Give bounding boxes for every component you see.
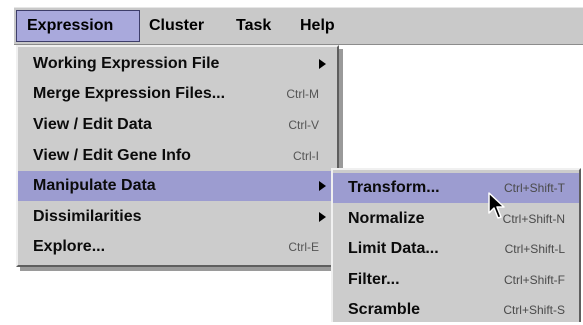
application-screen: Expression Cluster Task Help Working Exp… bbox=[0, 0, 583, 322]
menu-item-label: Normalize bbox=[348, 210, 425, 227]
menu-item-working-expression-file[interactable]: Working Expression File bbox=[18, 49, 337, 79]
menu-item-shortcut: Ctrl-E bbox=[288, 240, 319, 254]
menu-item-label: Dissimilarities bbox=[33, 208, 142, 225]
menu-item-dissimilarities[interactable]: Dissimilarities bbox=[18, 202, 337, 232]
menu-bar: Expression Cluster Task Help bbox=[14, 7, 583, 45]
menu-item-shortcut: Ctrl+Shift-F bbox=[503, 273, 565, 287]
menu-item-label: Working Expression File bbox=[33, 55, 220, 72]
menu-item-filter[interactable]: Filter... Ctrl+Shift-F bbox=[333, 265, 579, 295]
mouse-pointer-icon bbox=[488, 192, 505, 219]
menu-cluster[interactable]: Cluster bbox=[149, 10, 204, 42]
menu-item-label: Explore... bbox=[33, 238, 106, 255]
menu-item-view-edit-gene-info[interactable]: View / Edit Gene Info Ctrl-I bbox=[18, 141, 337, 171]
menu-task[interactable]: Task bbox=[236, 10, 271, 42]
menu-item-shortcut: Ctrl-I bbox=[293, 149, 319, 163]
menu-item-shortcut: Ctrl-M bbox=[286, 87, 319, 101]
menu-item-label: Limit Data... bbox=[348, 240, 439, 257]
menu-item-shortcut: Ctrl+Shift-N bbox=[502, 212, 565, 226]
menu-item-label: Merge Expression Files... bbox=[33, 85, 226, 102]
menu-item-label: Manipulate Data bbox=[33, 177, 156, 194]
submenu-arrow-icon bbox=[319, 59, 326, 69]
manipulate-data-submenu: Transform... Ctrl+Shift-T Normalize Ctrl… bbox=[331, 168, 581, 322]
menu-help[interactable]: Help bbox=[300, 10, 335, 42]
menu-item-view-edit-data[interactable]: View / Edit Data Ctrl-V bbox=[18, 110, 337, 140]
menu-item-normalize[interactable]: Normalize Ctrl+Shift-N bbox=[333, 204, 579, 234]
submenu-arrow-icon bbox=[319, 212, 326, 222]
menu-item-shortcut: Ctrl-V bbox=[288, 118, 319, 132]
submenu-arrow-icon bbox=[319, 181, 326, 191]
menu-item-label: View / Edit Gene Info bbox=[33, 147, 191, 164]
menu-item-manipulate-data[interactable]: Manipulate Data bbox=[18, 171, 337, 201]
menu-item-label: Scramble bbox=[348, 301, 421, 318]
menu-item-label: Filter... bbox=[348, 271, 400, 288]
menu-item-explore[interactable]: Explore... Ctrl-E bbox=[18, 232, 337, 262]
menu-item-shortcut: Ctrl+Shift-S bbox=[503, 303, 565, 317]
menu-item-limit-data[interactable]: Limit Data... Ctrl+Shift-L bbox=[333, 234, 579, 264]
menu-item-shortcut: Ctrl+Shift-L bbox=[504, 242, 565, 256]
menu-item-label: Transform... bbox=[348, 179, 440, 196]
menu-item-scramble[interactable]: Scramble Ctrl+Shift-S bbox=[333, 295, 579, 325]
menu-item-shortcut: Ctrl+Shift-T bbox=[503, 181, 565, 195]
menu-item-transform[interactable]: Transform... Ctrl+Shift-T bbox=[333, 173, 579, 203]
expression-dropdown-menu: Working Expression File Merge Expression… bbox=[16, 45, 339, 267]
menu-expression[interactable]: Expression bbox=[16, 10, 140, 42]
menu-item-merge-expression-files[interactable]: Merge Expression Files... Ctrl-M bbox=[18, 79, 337, 109]
menu-item-label: View / Edit Data bbox=[33, 116, 152, 133]
